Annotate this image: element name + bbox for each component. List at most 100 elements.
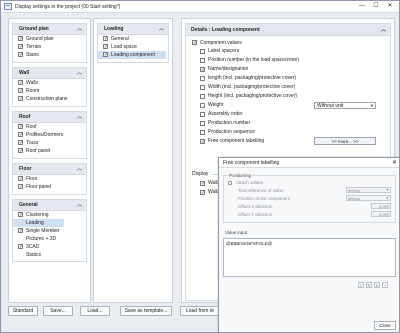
chevron-up-icon[interactable]: ︿ [77, 112, 82, 123]
chevron-up-icon[interactable]: ︿ [77, 24, 82, 35]
section-header[interactable]: Roof ︿ [13, 112, 86, 123]
checkbox[interactable]: ✓ [103, 44, 108, 50]
list-item[interactable]: ✓ Room [13, 87, 86, 95]
delete-icon[interactable]: ✕ [374, 282, 380, 288]
section-header[interactable]: Wall ︿ [13, 68, 86, 79]
list-item[interactable]: ✓ Stairs [13, 51, 86, 59]
attach-values-checkbox[interactable] [228, 181, 232, 185]
option-row-free-labelling[interactable]: ✓ Free component labelling >> more... >> [186, 137, 390, 146]
list-item[interactable]: ✓ Profiles/Dormers [13, 131, 86, 139]
list-item[interactable]: ✓ Clustering [13, 211, 86, 219]
offset-x-input[interactable]: 0.000 [371, 203, 391, 209]
chevron-up-icon[interactable]: ︿ [77, 68, 82, 79]
chevron-up-icon[interactable]: ︿ [159, 24, 164, 35]
checkbox[interactable]: ✓ [200, 181, 205, 187]
checkbox[interactable] [200, 130, 205, 135]
checkbox[interactable]: ✓ [192, 40, 197, 46]
list-item[interactable]: ✓ Roof panel [13, 147, 86, 155]
checkbox[interactable] [200, 85, 205, 90]
list-item[interactable]: ✓ Single Member [13, 227, 86, 235]
option-row[interactable]: length (incl. packaging/protective cover… [186, 74, 390, 83]
checkbox[interactable] [200, 76, 205, 81]
list-item[interactable]: ✓ Walls [13, 79, 86, 87]
checkbox[interactable]: ✓ [18, 212, 23, 218]
option-row[interactable]: ✓ Name/designation [186, 65, 390, 74]
list-item[interactable]: ✓ Floor panel [13, 183, 86, 191]
list-item-selected[interactable]: Loading [13, 219, 64, 227]
chevron-down-icon[interactable]: ▼ [385, 196, 390, 201]
list-item[interactable]: ✓ Truss [13, 139, 86, 147]
option-row[interactable]: Label spacers [186, 47, 390, 56]
load-template-button[interactable]: Load from te [180, 306, 220, 316]
option-row[interactable]: Position number (in the load space/zone) [186, 56, 390, 65]
checkbox[interactable]: ✓ [18, 176, 23, 182]
checkbox[interactable]: ✓ [18, 36, 23, 42]
text-reference-select[interactable]: left/top ▼ [346, 187, 391, 193]
help-icon[interactable]: ? [382, 282, 388, 288]
weight-unit-select[interactable]: Without unit ▼ [314, 102, 376, 109]
checkbox[interactable]: ✓ [18, 96, 23, 102]
section-header[interactable]: Ground plan ︿ [13, 24, 86, 35]
list-item[interactable]: ✓ Terrain [13, 43, 86, 51]
more-button[interactable]: >> more... >> [314, 137, 376, 145]
option-row[interactable]: Assembly order [186, 110, 390, 119]
section-header[interactable]: Floor ︿ [13, 164, 86, 175]
option-row[interactable]: Width (incl. packaging/protective cover) [186, 83, 390, 92]
save-template-button[interactable]: Save as template... [120, 306, 172, 316]
checkbox[interactable]: ✓ [18, 244, 23, 250]
checkbox[interactable]: ✓ [18, 184, 23, 190]
minimize-icon[interactable]: — [357, 2, 367, 11]
chevron-up-icon[interactable]: ︿ [381, 24, 386, 36]
checkbox[interactable] [200, 49, 205, 54]
option-row[interactable]: Production sequence [186, 128, 390, 137]
chevron-down-icon[interactable]: ▼ [385, 188, 390, 193]
checkbox[interactable] [200, 58, 205, 63]
component-values-group[interactable]: ✓ Component values [186, 39, 390, 47]
position-component-select[interactable]: left/top ▼ [346, 195, 391, 201]
offset-y-input[interactable]: 0.000 [371, 211, 391, 217]
checkbox[interactable]: ✓ [200, 190, 205, 196]
checkbox[interactable]: ✓ [18, 140, 23, 146]
standard-button[interactable]: Standard [8, 306, 38, 316]
list-item[interactable]: ✓ Ground plan [13, 35, 86, 43]
list-item[interactable]: ✓ General [98, 35, 168, 43]
checkbox[interactable]: ✓ [18, 44, 23, 50]
list-item[interactable]: Statics [13, 251, 86, 259]
checkbox[interactable]: ✓ [18, 228, 23, 234]
checkbox[interactable] [200, 94, 205, 99]
option-row-weight[interactable]: Weight Without unit ▼ [186, 101, 390, 110]
details-header[interactable]: Details : Loading component ︿ [186, 24, 390, 36]
checkbox[interactable]: ✓ [18, 52, 23, 58]
checkbox[interactable]: ✓ [18, 148, 23, 154]
checkbox[interactable] [200, 112, 205, 117]
list-item[interactable]: Pictures + 3D [13, 235, 86, 243]
close-button[interactable]: Close [374, 321, 396, 330]
option-row[interactable]: Height (incl. packaging/protective cover… [186, 92, 390, 101]
save-button[interactable]: Save... [43, 306, 73, 316]
edit-icon[interactable]: ✎ [366, 282, 372, 288]
close-icon[interactable]: ✕ [392, 158, 397, 168]
checkbox[interactable]: ✓ [18, 132, 23, 138]
checkbox[interactable]: ✓ [18, 124, 23, 130]
maximize-icon[interactable]: ☐ [371, 2, 381, 11]
option-row[interactable]: Production number [186, 119, 390, 128]
chevron-up-icon[interactable]: ︿ [77, 164, 82, 175]
checkbox[interactable]: ✓ [200, 139, 205, 145]
checkbox[interactable] [200, 103, 205, 108]
chevron-up-icon[interactable]: ︿ [77, 200, 82, 211]
list-item-selected[interactable]: ✓ Loading component [98, 51, 166, 59]
section-header[interactable]: Loading ︿ [98, 24, 168, 35]
checkbox[interactable] [200, 121, 205, 126]
list-item[interactable]: ✓ Construction plane [13, 95, 86, 103]
list-item[interactable]: ✓ 3CAD [13, 243, 86, 251]
list-icon[interactable]: ≡ [358, 282, 364, 288]
value-input-textarea[interactable]: @BIBESKNFSFOLE@ [223, 238, 396, 277]
list-item[interactable]: ✓ Floor [13, 175, 86, 183]
chevron-down-icon[interactable]: ▼ [369, 103, 375, 108]
close-icon[interactable]: ✕ [385, 2, 395, 11]
checkbox[interactable]: ✓ [103, 36, 108, 42]
checkbox[interactable]: ✓ [18, 80, 23, 86]
load-button[interactable]: Load... [80, 306, 110, 316]
checkbox[interactable]: ✓ [103, 52, 108, 58]
checkbox[interactable]: ✓ [200, 67, 205, 73]
